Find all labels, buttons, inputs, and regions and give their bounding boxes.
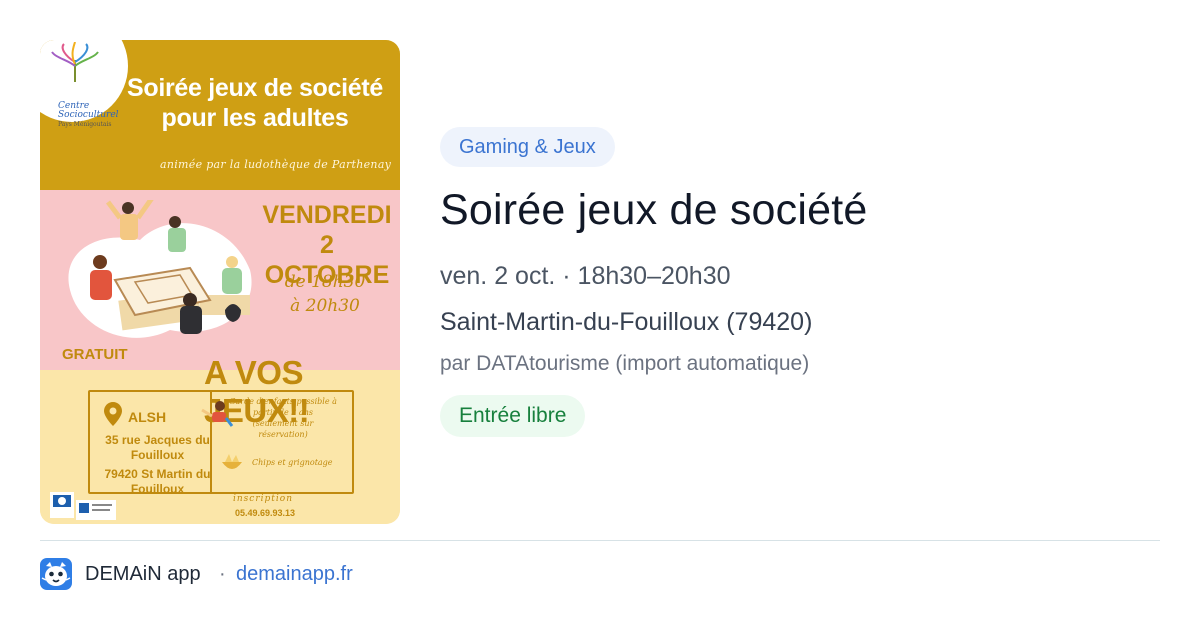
poster-time-range: de 18h30 à 20h30 <box>284 272 366 316</box>
price-badge: Entrée libre <box>440 395 586 437</box>
board-game-illustration <box>68 200 252 338</box>
organizer-logo-text: Centre Socioculturel Pays Ménigoutais <box>58 101 119 129</box>
poster-title: Soirée jeux de société pour les adultes <box>126 74 384 132</box>
chips-bowl-icon <box>222 454 242 469</box>
event-poster-image: Centre Socioculturel Pays Ménigoutais So… <box>40 40 400 524</box>
app-website-link[interactable]: demainapp.fr <box>236 563 353 586</box>
app-name: DEMAiN app <box>85 563 201 585</box>
event-datetime: ven. 2 oct. · 18h30–20h30 <box>440 262 731 290</box>
event-location: Saint-Martin-du-Fouilloux (79420) <box>440 308 813 336</box>
partner-logos <box>50 492 116 520</box>
poster-snacks: Chips et grignotage <box>252 458 333 467</box>
poster-phone: 05.49.69.93.13 <box>235 508 296 518</box>
event-title: Soirée jeux de société <box>440 186 868 234</box>
poster-registration-label: inscription <box>233 494 293 504</box>
poster-childcare: Garde d'enfants possible à partir de 3 a… <box>229 397 337 439</box>
poster-price: GRATUIT <box>62 346 128 363</box>
tree-logo-icon <box>51 42 99 82</box>
demain-app-icon <box>40 558 72 590</box>
footer-divider <box>40 540 1160 541</box>
event-source: par DATAtourisme (import automatique) <box>440 352 810 375</box>
poster-animated-by: animée par la ludothèque de Parthenay <box>160 158 392 171</box>
footer-separator: · <box>219 563 226 585</box>
poster-address: ALSH 35 rue Jacques du Fouilloux 79420 S… <box>104 409 211 497</box>
category-tag[interactable]: Gaming & Jeux <box>440 127 615 167</box>
